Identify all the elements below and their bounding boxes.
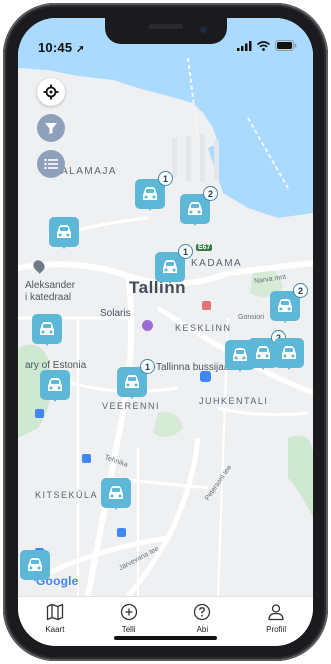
poi-label: Aleksander <box>25 280 76 291</box>
vehicle-marker[interactable]: 1 <box>117 359 155 399</box>
vehicle-marker[interactable]: 2 <box>270 283 308 323</box>
battery-icon <box>275 40 297 51</box>
vehicle-marker[interactable] <box>32 314 62 346</box>
signal-icon <box>237 40 252 51</box>
poi-label: i katedraal <box>25 292 72 303</box>
user-icon <box>268 604 284 621</box>
status-icons <box>237 40 297 51</box>
shopping-pin-icon <box>142 320 153 331</box>
vehicle-marker[interactable] <box>20 550 50 582</box>
locate-me-button[interactable] <box>37 78 65 106</box>
location-arrow-icon: ➚ <box>76 44 85 55</box>
help-circle-icon <box>194 603 211 621</box>
district-label: VEERENNI <box>102 401 161 411</box>
camera <box>200 26 207 33</box>
vehicle-marker[interactable] <box>225 340 255 372</box>
time-text: 10:45 <box>38 40 73 55</box>
tab-label: Kaart <box>45 625 65 634</box>
vehicle-marker[interactable]: 1 <box>135 171 173 211</box>
home-indicator[interactable] <box>114 636 217 640</box>
crosshair-icon <box>43 84 59 100</box>
vehicle-marker[interactable] <box>274 338 304 370</box>
phone-mockup: ALAMAJA KADAMA KESKLINN VEERENNI JUHKENT… <box>0 0 331 664</box>
notch <box>105 18 227 44</box>
vehicle-marker[interactable]: 2 <box>180 186 218 226</box>
tab-label: Telli <box>121 625 136 634</box>
filter-button[interactable] <box>37 114 65 142</box>
tab-label: Profiil <box>266 625 287 634</box>
marker-count-badge: 1 <box>178 244 193 259</box>
tab-kaart[interactable]: Kaart <box>18 597 92 646</box>
plus-circle-icon <box>120 603 137 621</box>
list-view-button[interactable] <box>37 150 65 178</box>
map-icon <box>46 603 64 621</box>
tab-label: Abi <box>196 625 209 634</box>
district-label: JUHKENTALI <box>199 396 269 406</box>
district-label: ALAMAJA <box>61 166 118 177</box>
transit-icon <box>82 454 91 463</box>
marker-count-badge: 2 <box>293 283 308 298</box>
bus-station-icon <box>200 371 211 382</box>
district-label: KESKLINN <box>175 323 232 333</box>
poi-icon <box>202 301 211 310</box>
poi-label: Tallinna bussijaa <box>156 362 230 373</box>
road-badge: E67 <box>196 244 213 251</box>
marker-count-badge: 1 <box>140 359 155 374</box>
vehicle-marker[interactable]: 1 <box>155 244 193 284</box>
list-icon <box>44 158 58 170</box>
poi-label: Solaris <box>100 308 131 319</box>
marker-count-badge: 2 <box>203 186 218 201</box>
map-view[interactable] <box>18 18 313 596</box>
speaker <box>149 24 183 29</box>
street-label: Gonsiori <box>238 314 265 321</box>
filter-icon <box>45 123 57 134</box>
status-time: 10:45 ➚ <box>38 40 85 55</box>
wifi-icon <box>257 40 270 51</box>
vehicle-marker[interactable] <box>40 370 70 402</box>
tab-profiil[interactable]: Profiil <box>239 597 313 646</box>
transit-icon <box>117 528 126 537</box>
vehicle-marker[interactable] <box>49 217 79 249</box>
marker-count-badge: 1 <box>158 171 173 186</box>
district-label: KADAMA <box>191 258 243 269</box>
vehicle-marker[interactable] <box>101 478 131 510</box>
transit-icon <box>35 409 44 418</box>
app-screen: ALAMAJA KADAMA KESKLINN VEERENNI JUHKENT… <box>18 18 313 646</box>
district-label: KITSEKÜLA <box>35 490 99 500</box>
